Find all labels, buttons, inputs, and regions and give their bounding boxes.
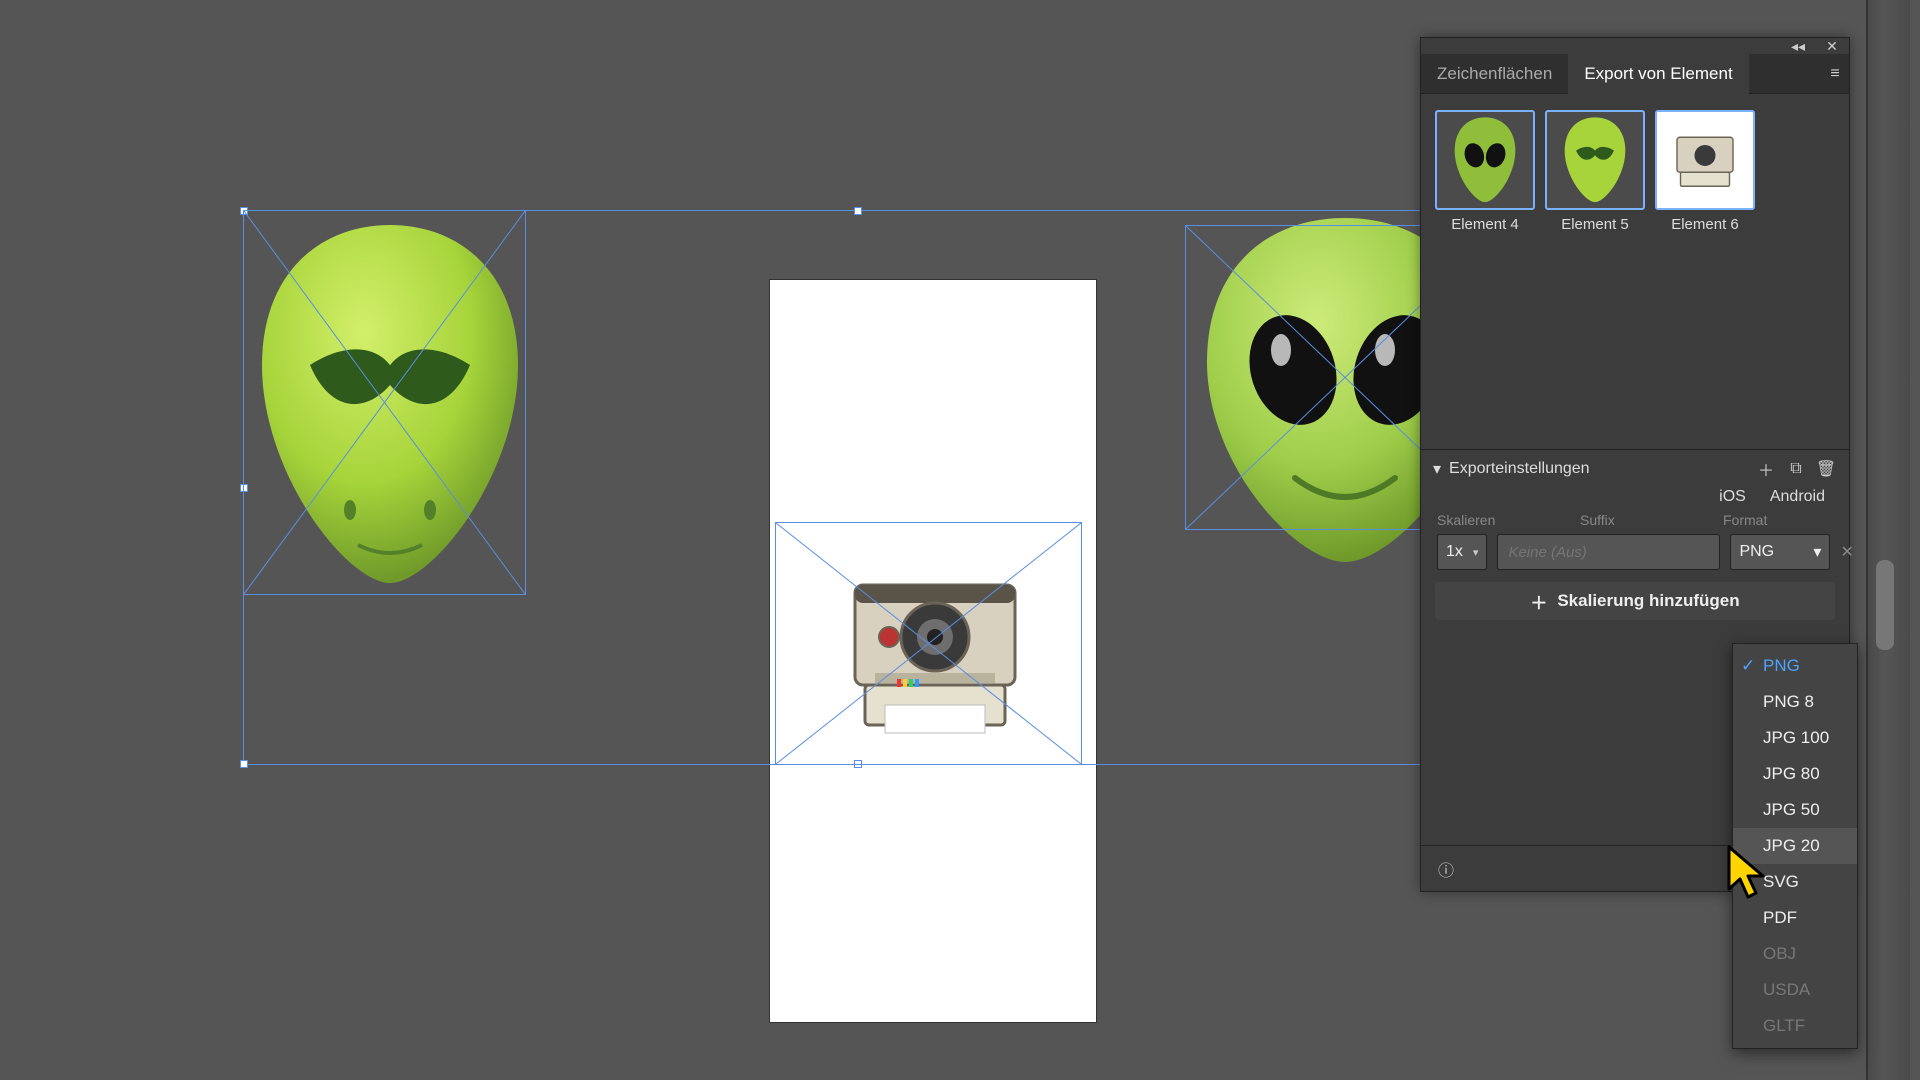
thumb-element4[interactable]: Element 4 — [1435, 110, 1535, 233]
add-icon[interactable]: ＋ — [1755, 458, 1777, 480]
thumb-label: Element 6 — [1671, 216, 1739, 233]
format-option-usda: USDA — [1733, 972, 1857, 1008]
handle-t[interactable] — [854, 207, 862, 215]
thumb-element5[interactable]: Element 5 — [1545, 110, 1645, 233]
panel-tabs: Zeichenflächen Export von Element ≡ — [1421, 54, 1849, 94]
format-option-png-8[interactable]: PNG 8 — [1733, 684, 1857, 720]
format-option-jpg-100[interactable]: JPG 100 — [1733, 720, 1857, 756]
platform-android[interactable]: Android — [1770, 488, 1825, 506]
format-option-pdf[interactable]: PDF — [1733, 900, 1857, 936]
collapse-icon[interactable]: ◂◂ — [1787, 35, 1809, 57]
format-dropdown[interactable]: PNG ▾ — [1730, 534, 1830, 570]
thumb-label: Element 4 — [1451, 216, 1519, 233]
platform-row: iOS Android — [1421, 488, 1849, 512]
format-option-png[interactable]: PNG — [1733, 648, 1857, 684]
col-format: Format — [1723, 512, 1833, 528]
export-settings-header: ▾ Exporteinstellungen ＋ ⧉ 🗑 — [1421, 449, 1849, 488]
format-dropdown-list[interactable]: PNGPNG 8JPG 100JPG 80JPG 50JPG 20SVGPDFO… — [1732, 643, 1858, 1049]
scrollbar-thumb[interactable] — [1876, 560, 1894, 650]
add-scale-button[interactable]: ＋ Skalierung hinzufügen — [1435, 582, 1835, 620]
col-suffix: Suffix — [1580, 512, 1713, 528]
format-option-obj: OBJ — [1733, 936, 1857, 972]
section-title: Exporteinstellungen — [1449, 460, 1590, 478]
tab-artboards[interactable]: Zeichenflächen — [1421, 54, 1568, 94]
platform-ios[interactable]: iOS — [1719, 488, 1746, 506]
suffix-input[interactable] — [1497, 534, 1720, 570]
format-option-jpg-80[interactable]: JPG 80 — [1733, 756, 1857, 792]
add-scale-label: Skalierung hinzufügen — [1557, 591, 1739, 611]
remove-row-icon[interactable]: ✕ — [1840, 542, 1853, 562]
scale-value: 1x — [1446, 543, 1463, 561]
col-scale: Skalieren — [1437, 512, 1570, 528]
tab-export-element[interactable]: Export von Element — [1568, 54, 1748, 94]
menu-icon[interactable]: ≡ — [1821, 63, 1849, 85]
thumb-label: Element 5 — [1561, 216, 1629, 233]
format-option-jpg-50[interactable]: JPG 50 — [1733, 792, 1857, 828]
camera[interactable] — [835, 555, 1035, 745]
format-option-gltf: GLTF — [1733, 1008, 1857, 1044]
chevron-down-icon[interactable]: ▾ — [1433, 459, 1441, 479]
caret-down-icon: ▾ — [1813, 542, 1821, 562]
thumbnail-row: Element 4 Element 5 Element 6 — [1421, 94, 1849, 239]
scale-dropdown[interactable]: 1x ▾ — [1437, 534, 1487, 570]
plus-icon: ＋ — [1530, 589, 1547, 614]
handle-l[interactable] — [240, 484, 248, 492]
caret-down-icon: ▾ — [1473, 546, 1479, 559]
format-option-svg[interactable]: SVG — [1733, 864, 1857, 900]
format-value: PNG — [1739, 543, 1774, 561]
handle-bl[interactable] — [240, 760, 248, 768]
thumb-element6[interactable]: Element 6 — [1655, 110, 1755, 233]
format-option-jpg-20[interactable]: JPG 20 — [1733, 828, 1857, 864]
alien-angry[interactable] — [250, 215, 530, 595]
handle-tl[interactable] — [240, 207, 248, 215]
export-row: 1x ▾ PNG ▾ ✕ — [1421, 528, 1849, 576]
column-headers: Skalieren Suffix Format — [1421, 512, 1849, 528]
info-icon[interactable]: ⓘ — [1435, 858, 1457, 880]
app-vertical-scrollbar[interactable] — [1866, 0, 1910, 1080]
trash-icon[interactable]: 🗑 — [1815, 458, 1837, 480]
duplicate-icon[interactable]: ⧉ — [1785, 458, 1807, 480]
close-icon[interactable]: ✕ — [1821, 35, 1843, 57]
